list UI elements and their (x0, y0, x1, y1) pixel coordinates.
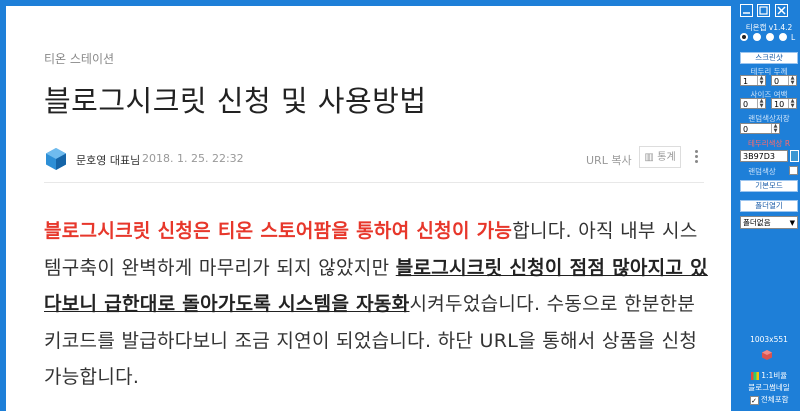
folder-select[interactable]: 폴더없음 ▼ (740, 216, 798, 229)
minimize-icon (743, 12, 750, 14)
mode-radios: L (739, 33, 799, 43)
radio-mode-1[interactable] (740, 33, 748, 41)
blog-thumbnail-label: 블로그썸네일 (748, 383, 790, 392)
stepper-arrows-icon[interactable]: ▲ ▼ (788, 99, 796, 108)
capture-tool-panel: 티온캡 v1.4.2 L 스크린샷 테두리 두께 1 ▲ ▼ 0 ▲ ▼ 사이즈 여백 … (735, 0, 800, 411)
stepper-arrows-icon[interactable]: ▲ ▼ (757, 99, 765, 108)
avatar[interactable] (44, 147, 68, 171)
size-b-value: 10 (774, 100, 785, 109)
more-menu-icon[interactable] (692, 148, 700, 166)
close-icon (777, 6, 786, 15)
fullscreen-checkbox[interactable]: ✓ (749, 395, 759, 405)
border-a-value: 1 (743, 77, 749, 86)
maximize-icon (759, 6, 768, 15)
fullscreen-label: 전체포함 (760, 395, 789, 404)
round-value: 0 (743, 125, 749, 134)
random-color-label: 랜덤색상 (748, 167, 776, 176)
screenshot-button[interactable]: 스크린샷 (740, 52, 798, 64)
post-date: 2018. 1. 25. 22:32 (142, 152, 244, 165)
border-thickness-stepper-b[interactable]: 0 ▲ ▼ (771, 75, 797, 86)
radio-mode-3[interactable] (766, 33, 774, 41)
post-meta: 문호영 대표님 2018. 1. 25. 22:32 URL 복사 ▥ 통계 (44, 144, 704, 174)
round-stepper[interactable]: 0 ▲ ▼ (740, 123, 780, 134)
size-stepper-b[interactable]: 10 ▲ ▼ (771, 98, 797, 109)
url-copy-button[interactable]: URL 복사 (586, 152, 632, 168)
basic-mode-button[interactable]: 기본모드 (740, 180, 798, 192)
folder-open-button[interactable]: 폴더열기 (740, 200, 798, 212)
minimize-button[interactable] (740, 4, 753, 17)
border-color-label: 테두리색상 R (747, 139, 791, 148)
maximize-button[interactable] (757, 4, 770, 17)
fullscreen-row: ✓ 전체포함 (739, 394, 799, 405)
ratio-icon (750, 372, 759, 380)
highlight-text: 블로그시크릿 신청은 티온 스토어팜을 통하여 신청이 가능 (44, 220, 513, 242)
post-title: 블로그시크릿 신청 및 사용방법 (44, 84, 427, 118)
chart-icon: ▥ (644, 152, 654, 163)
blog-post-area: 티온 스테이션 블로그시크릿 신청 및 사용방법 문호영 대표님 2018. 1… (6, 6, 731, 411)
stats-button[interactable]: ▥ 통계 (639, 146, 681, 168)
post-category[interactable]: 티온 스테이션 (44, 50, 114, 67)
cube-icon (762, 350, 772, 360)
size-stepper-a[interactable]: 0 ▲ ▼ (740, 98, 766, 109)
random-color-checkbox[interactable] (789, 166, 798, 175)
color-hex-input[interactable]: 3B97D3 (740, 150, 788, 162)
size-a-value: 0 (743, 100, 749, 109)
author-name[interactable]: 문호영 대표님 (76, 152, 140, 168)
stepper-arrows-icon[interactable]: ▲ ▼ (757, 76, 765, 85)
app-title: 티온캡 v1.4.2 (745, 23, 793, 32)
stepper-arrows-icon[interactable]: ▲ ▼ (788, 76, 796, 85)
chevron-down-icon: ▼ (789, 219, 795, 227)
stats-label: 통계 (657, 152, 676, 163)
ratio-text: 1:1비율 (761, 371, 788, 380)
post-body: 블로그시크릿 신청은 티온 스토어팜을 통하여 신청이 가능합니다. 아직 내부… (44, 213, 712, 396)
ratio-label: 1:1비율 (739, 370, 799, 381)
image-dimensions: 1003x551 (750, 335, 788, 344)
close-button[interactable] (775, 4, 788, 17)
folder-select-value: 폴더없음 (743, 218, 771, 227)
radio-mode-4[interactable] (779, 33, 787, 41)
border-thickness-stepper-a[interactable]: 1 ▲ ▼ (740, 75, 766, 86)
color-swatch[interactable] (790, 150, 799, 162)
radio-label: L (791, 33, 796, 42)
divider (44, 182, 704, 183)
border-b-value: 0 (774, 77, 780, 86)
radio-mode-2[interactable] (753, 33, 761, 41)
stepper-arrows-icon[interactable]: ▲ ▼ (771, 124, 779, 133)
